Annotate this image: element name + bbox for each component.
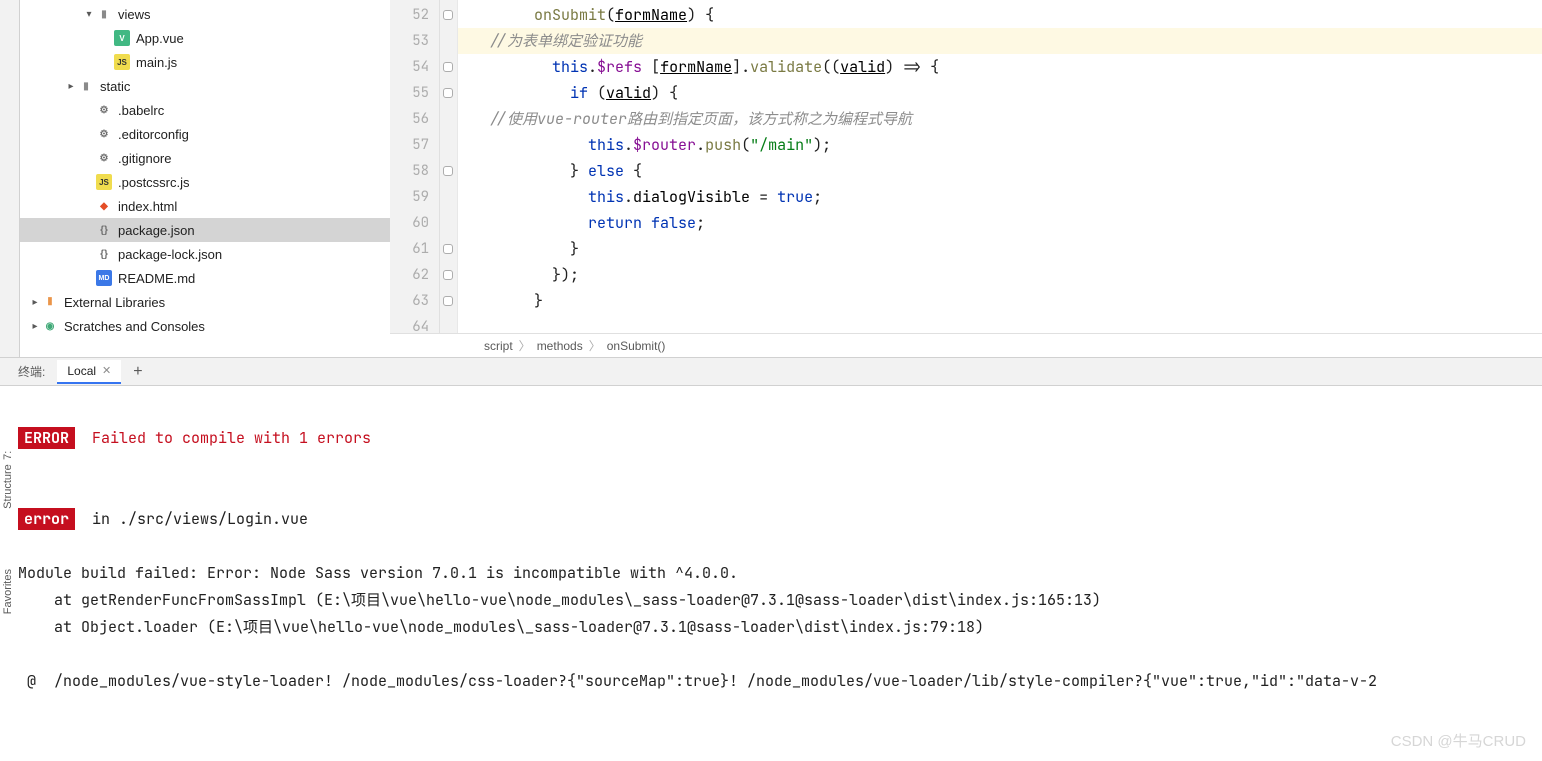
chevron-right-icon: 〉 xyxy=(519,337,531,354)
line-gutter: 52535455565758596061626364 xyxy=(390,0,440,333)
line-number[interactable]: 62 xyxy=(390,262,439,288)
line-number[interactable]: 63 xyxy=(390,288,439,314)
code-line[interactable]: }); xyxy=(458,262,1542,288)
tree-item[interactable]: ◆index.html xyxy=(20,194,390,218)
line-number[interactable]: 59 xyxy=(390,184,439,210)
chevron-icon[interactable]: ▸ xyxy=(28,321,42,332)
tree-item-label: .editorconfig xyxy=(118,127,189,142)
fold-marker[interactable] xyxy=(440,2,457,28)
tree-item-label: Scratches and Consoles xyxy=(64,319,205,334)
tree-item-label: package.json xyxy=(118,223,195,238)
tree-item[interactable]: ▸▮static xyxy=(20,74,390,98)
tree-item[interactable]: ▸⫴External Libraries xyxy=(20,290,390,314)
breadcrumb-item[interactable]: methods xyxy=(531,339,589,353)
tree-item[interactable]: ▸◉Scratches and Consoles xyxy=(20,314,390,338)
tree-item[interactable]: {}package-lock.json xyxy=(20,242,390,266)
code-line[interactable]: //为表单绑定验证功能 xyxy=(458,28,1542,54)
terminal-output[interactable]: ERROR Failed to compile with 1 errors er… xyxy=(0,386,1542,761)
fold-marker[interactable] xyxy=(440,106,457,132)
terminal-panel: 终端: Local ✕ + ERROR Failed to compile wi… xyxy=(0,358,1542,761)
tree-item[interactable]: VApp.vue xyxy=(20,26,390,50)
fold-marker[interactable] xyxy=(440,158,457,184)
tree-item[interactable]: ⚙.editorconfig xyxy=(20,122,390,146)
tree-item[interactable]: ▾▮views xyxy=(20,2,390,26)
code-line[interactable] xyxy=(458,314,1542,333)
tree-item[interactable]: JSmain.js xyxy=(20,50,390,74)
chevron-icon[interactable]: ▸ xyxy=(28,297,42,308)
tree-item-label: static xyxy=(100,79,130,94)
error-badge: error xyxy=(18,508,75,530)
terminal-tabs: 终端: Local ✕ + xyxy=(0,358,1542,386)
watermark: CSDN @牛马CRUD xyxy=(1391,728,1526,755)
chevron-icon[interactable]: ▾ xyxy=(82,9,96,20)
fold-marker[interactable] xyxy=(440,236,457,262)
code-line[interactable]: this.$refs [formName].validate((valid) =… xyxy=(458,54,1542,80)
code-line[interactable]: if (valid) { xyxy=(458,80,1542,106)
fold-marker[interactable] xyxy=(440,314,457,333)
chevron-icon[interactable]: ▸ xyxy=(64,81,78,92)
code-line[interactable]: } xyxy=(458,236,1542,262)
error-badge: ERROR xyxy=(18,427,75,449)
line-number[interactable]: 52 xyxy=(390,2,439,28)
tree-item[interactable]: {}package.json xyxy=(20,218,390,242)
fold-marker[interactable] xyxy=(440,132,457,158)
tree-item-label: App.vue xyxy=(136,31,184,46)
code-line[interactable]: onSubmit(formName) { xyxy=(458,2,1542,28)
tree-item-label: README.md xyxy=(118,271,195,286)
fold-gutter[interactable] xyxy=(440,0,458,333)
line-number[interactable]: 58 xyxy=(390,158,439,184)
tree-item[interactable]: MDREADME.md xyxy=(20,266,390,290)
tree-item-label: views xyxy=(118,7,151,22)
tree-item-label: index.html xyxy=(118,199,177,214)
tree-item[interactable]: ⚙.gitignore xyxy=(20,146,390,170)
breadcrumb-item[interactable]: script xyxy=(478,339,519,353)
left-tool-strip: Structure 7: Favorites xyxy=(0,0,20,357)
line-number[interactable]: 64 xyxy=(390,314,439,333)
line-number[interactable]: 60 xyxy=(390,210,439,236)
terminal-tab-local[interactable]: Local ✕ xyxy=(57,360,121,384)
code-line[interactable]: return false; xyxy=(458,210,1542,236)
code-line[interactable]: } xyxy=(458,288,1542,314)
tree-item[interactable]: JS.postcssrc.js xyxy=(20,170,390,194)
fold-marker[interactable] xyxy=(440,54,457,80)
project-tree[interactable]: ▾▮viewsVApp.vueJSmain.js▸▮static⚙.babelr… xyxy=(20,0,390,357)
breadcrumb-item[interactable]: onSubmit() xyxy=(601,339,672,353)
fold-marker[interactable] xyxy=(440,262,457,288)
line-number[interactable]: 54 xyxy=(390,54,439,80)
line-number[interactable]: 53 xyxy=(390,28,439,54)
line-number[interactable]: 56 xyxy=(390,106,439,132)
fold-marker[interactable] xyxy=(440,288,457,314)
close-icon[interactable]: ✕ xyxy=(102,364,111,377)
code-line[interactable]: this.$router.push("/main"); xyxy=(458,132,1542,158)
tree-item-label: package-lock.json xyxy=(118,247,222,262)
fold-marker[interactable] xyxy=(440,28,457,54)
tree-item-label: .babelrc xyxy=(118,103,164,118)
chevron-right-icon: 〉 xyxy=(589,337,601,354)
tree-item-label: External Libraries xyxy=(64,295,165,310)
fold-marker[interactable] xyxy=(440,210,457,236)
line-number[interactable]: 55 xyxy=(390,80,439,106)
line-number[interactable]: 61 xyxy=(390,236,439,262)
fold-marker[interactable] xyxy=(440,80,457,106)
tree-item[interactable]: ⚙.babelrc xyxy=(20,98,390,122)
tree-item-label: main.js xyxy=(136,55,177,70)
editor-area: 52535455565758596061626364 onSubmit(form… xyxy=(390,0,1542,357)
line-number[interactable]: 57 xyxy=(390,132,439,158)
fold-marker[interactable] xyxy=(440,184,457,210)
add-terminal-icon[interactable]: + xyxy=(125,363,150,381)
tree-item-label: .gitignore xyxy=(118,151,171,166)
breadcrumb[interactable]: script〉methods〉onSubmit() xyxy=(390,333,1542,357)
code-line[interactable]: //使用vue-router路由到指定页面，该方式称之为编程式导航 xyxy=(458,106,1542,132)
code-line[interactable]: this.dialogVisible = true; xyxy=(458,184,1542,210)
tree-item-label: .postcssrc.js xyxy=(118,175,190,190)
code-line[interactable]: } else { xyxy=(458,158,1542,184)
terminal-label: 终端: xyxy=(18,363,53,380)
code-content[interactable]: onSubmit(formName) { //为表单绑定验证功能 this.$r… xyxy=(458,0,1542,333)
